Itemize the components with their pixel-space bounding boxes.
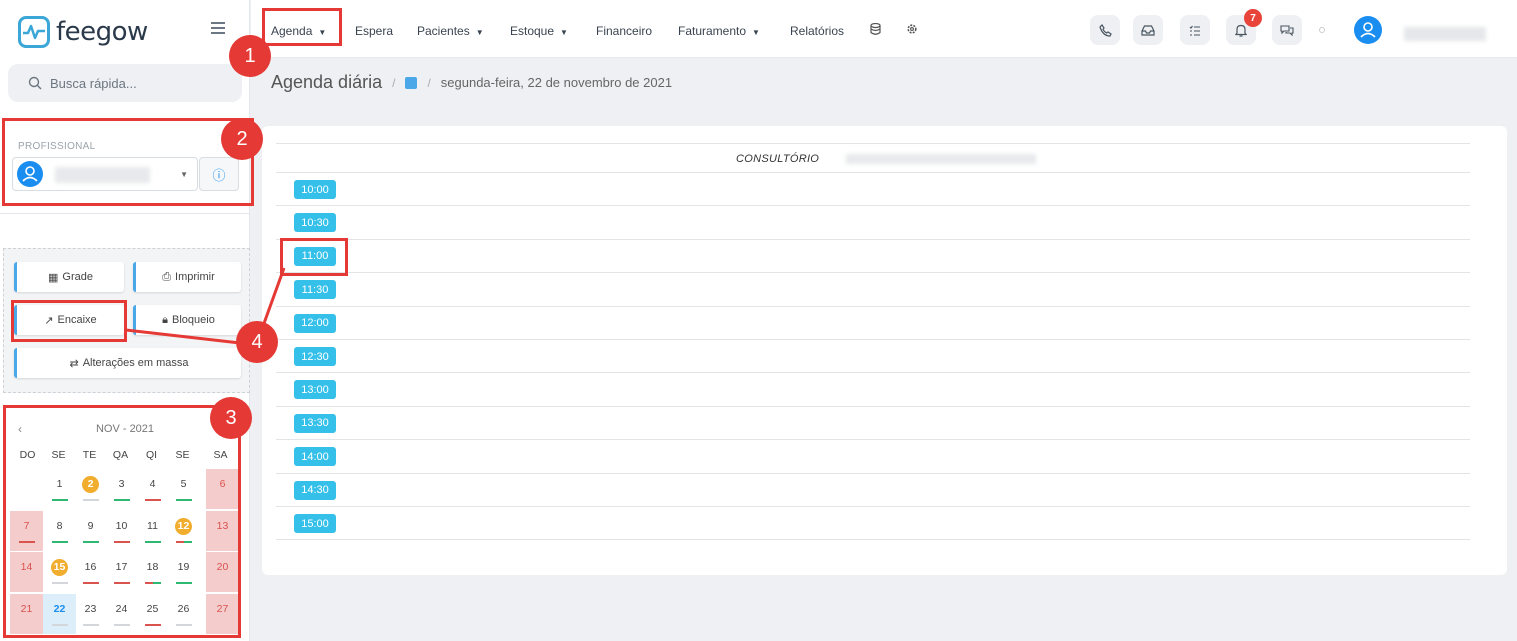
quick-search-input[interactable]: Busca rápida...: [8, 64, 242, 102]
grade-button[interactable]: ▦ Grade: [14, 262, 124, 292]
room-label: CONSULTÓRIO: [736, 153, 820, 165]
logo-mark-icon: [18, 16, 50, 48]
time-slot-row[interactable]: 13:00: [276, 373, 1470, 407]
calendar-icon: [405, 76, 418, 89]
nav-item-1[interactable]: Espera: [355, 24, 393, 38]
hamburger-menu-icon[interactable]: [211, 22, 225, 37]
step-marker: 1: [229, 35, 271, 77]
search-placeholder: Busca rápida...: [50, 75, 137, 91]
lock-icon: 🔒︎: [162, 313, 169, 326]
inbox-icon[interactable]: [1133, 15, 1163, 45]
step-marker: 3: [210, 397, 252, 439]
highlight-encaixe: [11, 300, 127, 342]
time-slot-row[interactable]: 12:00: [276, 307, 1470, 340]
step-marker: 2: [221, 118, 263, 160]
highlight-professional: [2, 118, 254, 206]
time-slot-row[interactable]: 10:30: [276, 206, 1470, 240]
phone-icon[interactable]: [1090, 15, 1120, 45]
highlight-slot-1100: [280, 238, 348, 276]
bloqueio-button[interactable]: 🔒︎ Bloqueio: [133, 305, 241, 335]
daily-schedule-panel: CONSULTÓRIO 10:00 10:30 11:00 11:30 12:00 12:…: [262, 126, 1507, 575]
breadcrumb-separator: /: [392, 75, 396, 90]
step-marker: 4: [236, 321, 278, 363]
time-slot-row[interactable]: 11:30: [276, 273, 1470, 307]
nav-item-label: Estoque: [510, 24, 555, 38]
nav-item-label: Relatórios: [790, 24, 845, 38]
alteracoes-em-massa-button[interactable]: ⇄ Alterações em massa: [14, 348, 241, 378]
status-dot: [1319, 27, 1325, 33]
selected-date: segunda-feira, 22 de novembro de 2021: [440, 75, 673, 90]
room-header: CONSULTÓRIO: [276, 143, 1470, 173]
chat-icon[interactable]: [1272, 15, 1302, 45]
time-slot-row[interactable]: 13:30: [276, 407, 1470, 441]
time-slot-row[interactable]: 10:00: [276, 173, 1470, 207]
time-slot-button[interactable]: 12:30: [294, 347, 336, 366]
search-icon: [28, 76, 42, 90]
feegow-logo[interactable]: feegow: [18, 16, 148, 48]
imprimir-button[interactable]: ⎙ Imprimir: [133, 262, 241, 292]
user-avatar-icon[interactable]: [1354, 16, 1382, 44]
time-slot-button[interactable]: 15:00: [294, 514, 336, 533]
time-slot-row[interactable]: 11:00: [276, 240, 1470, 274]
nav-item-label: Pacientes: [417, 24, 470, 38]
database-icon[interactable]: [870, 22, 882, 35]
calendar-icon: ▦: [48, 271, 59, 284]
time-slot-button[interactable]: 11:30: [294, 280, 336, 300]
notification-count-badge: 7: [1244, 9, 1262, 27]
highlight-agenda-menu: [262, 8, 342, 46]
nav-item-5[interactable]: Faturamento ▼: [678, 24, 760, 38]
top-navbar: Agenda ▼ Espera Pacientes ▼ Estoque ▼ Financeir…: [251, 0, 1517, 58]
time-slot-button[interactable]: 10:00: [294, 180, 336, 199]
chevron-down-icon: ▼: [475, 28, 484, 37]
time-slot-button[interactable]: 14:00: [294, 447, 336, 467]
breadcrumb: Agenda diária / / segunda-feira, 22 de n…: [271, 72, 672, 93]
highlight-calendar: [3, 405, 241, 638]
time-slot-button[interactable]: 13:00: [294, 380, 336, 400]
time-slot-row[interactable]: 15:00: [276, 507, 1470, 541]
time-slot-row[interactable]: 12:30: [276, 340, 1470, 374]
user-name-redacted: [1404, 27, 1486, 41]
nav-item-6[interactable]: Relatórios: [790, 24, 844, 38]
nav-item-3[interactable]: Estoque ▼: [510, 24, 568, 38]
nav-item-label: Faturamento: [678, 24, 747, 38]
room-name-redacted: [846, 154, 1036, 164]
breadcrumb-separator: /: [427, 75, 431, 90]
nav-item-2[interactable]: Pacientes ▼: [417, 24, 484, 38]
time-slot-row[interactable]: 14:30: [276, 474, 1470, 507]
chevron-down-icon: ▼: [560, 28, 568, 37]
nav-item-4[interactable]: Financeiro: [596, 24, 652, 38]
nav-item-label: Financeiro: [596, 24, 653, 38]
nav-item-label: Espera: [355, 24, 394, 38]
time-slot-button[interactable]: 13:30: [294, 413, 336, 433]
time-slot-button[interactable]: 10:30: [294, 213, 336, 233]
time-slot-button[interactable]: 12:00: [294, 313, 336, 333]
swap-arrows-icon: ⇄: [69, 357, 79, 370]
gear-icon[interactable]: [906, 23, 918, 35]
time-slot-row[interactable]: 14:00: [276, 440, 1470, 474]
brand-name: feegow: [56, 17, 148, 47]
page-title: Agenda diária: [271, 72, 383, 92]
time-slot-button[interactable]: 14:30: [294, 480, 336, 500]
chevron-down-icon: ▼: [752, 28, 760, 37]
checklist-icon[interactable]: [1180, 15, 1210, 45]
printer-icon: ⎙: [162, 270, 172, 283]
